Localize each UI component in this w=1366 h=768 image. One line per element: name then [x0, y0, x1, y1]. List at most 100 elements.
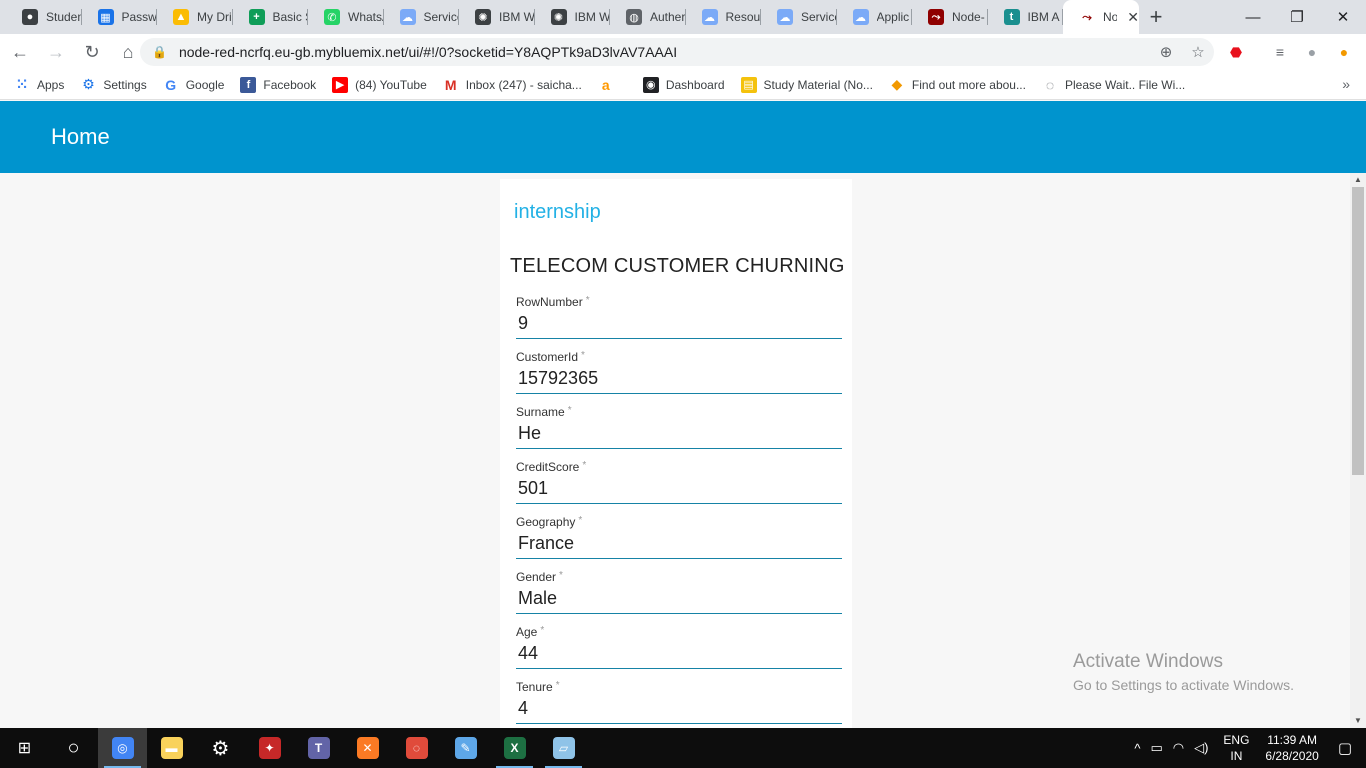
battery-icon[interactable]: ▭ [1150, 740, 1162, 756]
url-text[interactable]: node-red-ncrfq.eu-gb.mybluemix.net/ui/#!… [179, 44, 1150, 60]
media-queue-icon[interactable]: ≡ [1270, 42, 1290, 62]
browser-tab[interactable]: ☁ Service [384, 0, 459, 34]
required-mark: * [555, 680, 560, 691]
more-bookmarks-icon[interactable]: » [1342, 76, 1350, 92]
tab-label: Passwo [121, 10, 158, 24]
tab-label: IBM W [574, 10, 611, 24]
browser-tab[interactable]: ● Studen [6, 0, 82, 34]
bookmark-item[interactable]: ⚙ Settings [80, 76, 147, 93]
taskbar-app[interactable]: ✎ [441, 728, 490, 768]
chrome-icon: ◎ [111, 737, 134, 759]
minimize-button[interactable]: — [1230, 0, 1276, 34]
reload-button[interactable]: ↻ [76, 36, 108, 68]
browser-tab[interactable]: ☁ Applic [837, 0, 913, 34]
bookmark-item[interactable]: G Google [163, 77, 225, 93]
language-indicator[interactable]: ENG IN [1223, 732, 1249, 764]
taskbar-app[interactable]: ◎ [98, 728, 147, 768]
forward-button[interactable]: → [40, 36, 72, 68]
bookmark-item[interactable]: M Inbox (247) - saicha... [443, 77, 582, 93]
show-hidden-icons-icon[interactable]: ^ [1134, 741, 1140, 756]
notifications-icon[interactable]: ▢ [1338, 739, 1352, 757]
bookmark-label: Google [185, 77, 225, 92]
form-field[interactable]: Tenure * 4 [516, 672, 842, 724]
field-label-text: Geography [516, 515, 576, 529]
scrollbar-thumb[interactable] [1352, 187, 1364, 475]
scroll-up-icon[interactable]: ▲ [1350, 173, 1366, 187]
new-tab-button[interactable]: + [1139, 0, 1173, 34]
taskbar-app[interactable]: ✕ [343, 728, 392, 768]
form-field[interactable]: CustomerId * 15792365 [516, 342, 842, 394]
field-label: Tenure * [516, 680, 560, 694]
form-field[interactable]: Gender * Male [516, 562, 842, 614]
form-field[interactable]: Age * 44 [516, 617, 842, 669]
browser-tab[interactable]: ✺ IBM W [535, 0, 611, 34]
field-label: CustomerId * [516, 350, 585, 364]
page-title: Home [51, 124, 110, 149]
field-input[interactable]: Male [518, 588, 557, 609]
maximize-button[interactable]: ❐ [1274, 0, 1320, 34]
start-button[interactable]: ⊞ [0, 728, 49, 768]
field-input[interactable]: 9 [518, 313, 528, 334]
field-input[interactable]: 44 [518, 643, 538, 664]
node-red-icon: ⤳ [928, 9, 944, 25]
bookmark-item[interactable]: ◉ Dashboard [642, 76, 725, 93]
bookmarks-bar: ⁙ Apps ⚙ Settings G Google f Facebook ▶ (84) YouT… [0, 70, 1366, 100]
bookmark-item[interactable]: a [598, 77, 621, 93]
browser-tab[interactable]: ◍ Auther [610, 0, 686, 34]
field-input[interactable]: France [518, 533, 574, 554]
form-field[interactable]: Surname * He [516, 397, 842, 449]
search-button[interactable]: ○ [49, 728, 98, 768]
scroll-down-icon[interactable]: ▼ [1350, 714, 1366, 728]
profile-avatar-icon[interactable]: ● [1302, 42, 1322, 62]
browser-tab[interactable]: + Basic S [233, 0, 308, 34]
browser-tab[interactable]: ⤳ Node- [912, 0, 988, 34]
browser-tab[interactable]: ✺ IBM W [459, 0, 535, 34]
close-window-button[interactable]: ✕ [1320, 0, 1366, 34]
browser-tab[interactable]: t IBM A [988, 0, 1064, 34]
browser-tab[interactable]: ▲ My Dri [157, 0, 233, 34]
form-field[interactable]: Geography * France [516, 507, 842, 559]
taskbar-app[interactable]: ▱ [539, 728, 588, 768]
taskbar-app[interactable]: ▬ [147, 728, 196, 768]
browser-tab[interactable]: ☁ Resour [686, 0, 761, 34]
form-field[interactable]: RowNumber * 9 [516, 287, 842, 339]
tab-active[interactable]: ⤳ No ✕ [1063, 0, 1139, 34]
adblock-extension-icon[interactable]: ⬣ [1226, 42, 1246, 62]
clock[interactable]: 11:39 AM 6/28/2020 [1265, 732, 1318, 764]
field-input[interactable]: 4 [518, 698, 528, 719]
address-bar[interactable]: 🔒 node-red-ncrfq.eu-gb.mybluemix.net/ui/… [140, 38, 1214, 66]
field-input[interactable]: 15792365 [518, 368, 598, 389]
bookmark-item[interactable]: ⁙ Apps [14, 76, 64, 93]
bookmark-item[interactable]: f Facebook [240, 76, 316, 93]
taskbar-app[interactable]: ◌ [392, 728, 441, 768]
taskbar-app[interactable]: T [294, 728, 343, 768]
close-tab-icon[interactable]: ✕ [1127, 9, 1139, 26]
bookmark-label: Inbox (247) - saicha... [465, 77, 582, 92]
field-input[interactable]: He [518, 423, 541, 444]
browser-tab[interactable]: ▦ Passwo [82, 0, 158, 34]
taskbar-app[interactable]: ✦ [245, 728, 294, 768]
study-icon: ▤ [740, 76, 757, 93]
wifi-icon[interactable]: ◠ [1173, 740, 1184, 756]
page-scrollbar[interactable]: ▲ ▼ [1350, 173, 1366, 728]
bookmark-item[interactable]: ◌ Please Wait.. File Wi... [1042, 77, 1185, 93]
zoom-icon[interactable]: ⊕ [1150, 43, 1182, 61]
field-label-text: Surname [516, 405, 565, 419]
form-field[interactable]: CreditScore * 501 [516, 452, 842, 504]
tab-label: My Dri [197, 10, 232, 24]
update-icon[interactable]: ● [1334, 42, 1354, 62]
bookmark-item[interactable]: ▶ (84) YouTube [332, 76, 427, 93]
taskbar-app[interactable]: ⚙ [196, 728, 245, 768]
browser-tab[interactable]: ✆ WhatsA [308, 0, 384, 34]
tab-label: IBM W [499, 10, 535, 24]
bookmark-item[interactable]: ◆ Find out more abou... [889, 76, 1026, 93]
bookmark-item[interactable]: ▤ Study Material (No... [740, 76, 873, 93]
teams-icon: T [307, 737, 330, 759]
back-button[interactable]: ← [4, 36, 36, 68]
volume-icon[interactable]: ◁) [1194, 740, 1208, 756]
taskbar-app[interactable]: X [490, 728, 539, 768]
bookmark-star-icon[interactable]: ☆ [1182, 43, 1214, 61]
browser-tab[interactable]: ☁ Service [761, 0, 837, 34]
game-icon: ✦ [258, 737, 281, 759]
field-input[interactable]: 501 [518, 478, 548, 499]
